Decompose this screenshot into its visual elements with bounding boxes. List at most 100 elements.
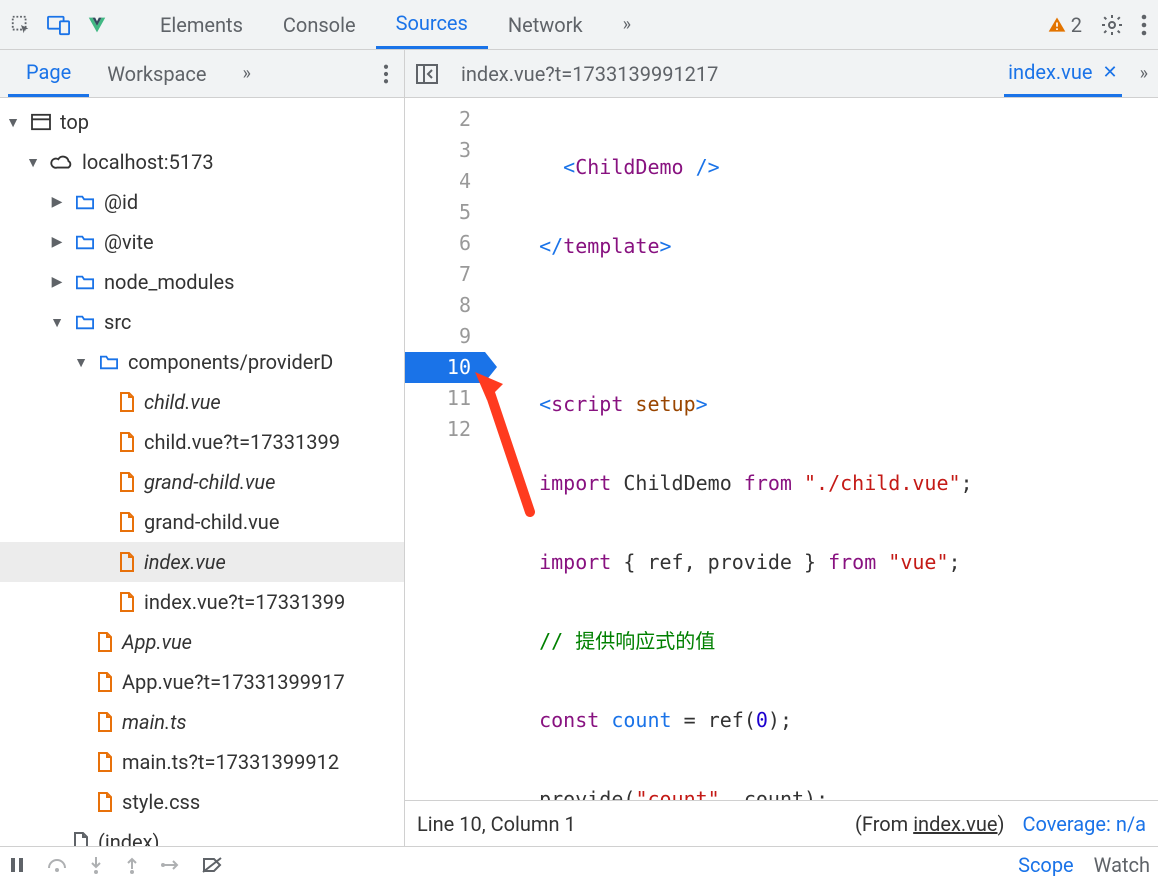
tree-file-index[interactable]: (index) <box>0 822 404 846</box>
step-out-icon[interactable] <box>124 855 140 875</box>
inspect-icon[interactable] <box>10 14 32 36</box>
gear-icon[interactable] <box>1100 13 1124 37</box>
tree-file[interactable]: main.ts <box>0 702 404 742</box>
warnings-badge[interactable]: 2 <box>1047 13 1082 37</box>
code-editor[interactable]: 234 567 89 10 1112 <ChildDemo /> </templ… <box>405 98 1158 800</box>
tabs-overflow[interactable]: » <box>603 0 651 49</box>
folder-icon <box>74 193 96 211</box>
file-tabs-overflow[interactable]: » <box>1140 63 1148 84</box>
toolbar-icons <box>10 14 108 36</box>
tree-label: localhost:5173 <box>82 150 214 174</box>
main-area: ▼ top ▼ localhost:5173 ▶ @id ▶ @vite ▶ <box>0 98 1158 846</box>
file-tab-1[interactable]: index.vue ✕ <box>1004 50 1121 97</box>
file-icon <box>72 831 90 846</box>
tree-label: index.vue?t=17331399 <box>144 590 345 614</box>
tab-elements[interactable]: Elements <box>140 0 263 49</box>
file-tab-label: index.vue?t=1733139991217 <box>461 62 718 86</box>
debugger-tab-scope[interactable]: Scope <box>1018 853 1074 877</box>
breakpoint-line-10[interactable]: 10 <box>405 352 485 383</box>
toggle-navigator-icon[interactable] <box>415 63 439 85</box>
tree-top[interactable]: ▼ top <box>0 102 404 142</box>
device-toggle-icon[interactable] <box>46 14 72 36</box>
chevron-down-icon: ▼ <box>48 314 66 331</box>
main-tabs: Elements Console Sources Network » <box>140 0 651 49</box>
cursor-position: Line 10, Column 1 <box>417 812 576 836</box>
code-content[interactable]: <ChildDemo /> </template> <script setup>… <box>485 98 1158 800</box>
tree-label: top <box>60 110 89 134</box>
tree-file[interactable]: style.css <box>0 782 404 822</box>
file-tab-0[interactable]: index.vue?t=1733139991217 <box>457 50 722 97</box>
source-origin-link[interactable]: index.vue <box>913 812 997 836</box>
pause-icon[interactable] <box>8 856 26 874</box>
tree-label: @vite <box>104 230 154 254</box>
tree-label: grand-child.vue <box>144 470 275 494</box>
tree-file-selected[interactable]: index.vue <box>0 542 404 582</box>
line-gutter[interactable]: 234 567 89 10 1112 <box>405 98 485 800</box>
step-into-icon[interactable] <box>88 855 104 875</box>
tree-file[interactable]: child.vue <box>0 382 404 422</box>
tree-file[interactable]: child.vue?t=17331399 <box>0 422 404 462</box>
step-icon[interactable] <box>160 857 182 873</box>
chevron-down-icon: ▼ <box>24 154 42 171</box>
file-icon <box>96 671 114 693</box>
navigator-tabs: Page Workspace » <box>0 50 405 97</box>
tree-label: node_modules <box>104 270 234 294</box>
file-icon <box>118 551 136 573</box>
coverage-status[interactable]: Coverage: n/a <box>1022 812 1146 836</box>
tree-folder[interactable]: ▶ node_modules <box>0 262 404 302</box>
editor-statusbar: Line 10, Column 1 (From index.vue) Cover… <box>405 800 1158 846</box>
tree-label: components/providerD <box>128 350 333 374</box>
tree-label: (index) <box>98 830 160 846</box>
tree-file[interactable]: App.vue <box>0 622 404 662</box>
editor-pane: 234 567 89 10 1112 <ChildDemo /> </templ… <box>405 98 1158 846</box>
nav-tabs-overflow[interactable]: » <box>225 50 269 97</box>
tree-folder-components[interactable]: ▼ components/providerD <box>0 342 404 382</box>
chevron-right-icon: ▶ <box>48 194 66 210</box>
file-tab-label: index.vue <box>1008 60 1092 84</box>
file-icon <box>118 591 136 613</box>
chevron-down-icon: ▼ <box>72 354 90 371</box>
kebab-icon[interactable] <box>382 64 390 84</box>
debugger-tab-watch[interactable]: Watch <box>1094 853 1150 877</box>
file-tree[interactable]: ▼ top ▼ localhost:5173 ▶ @id ▶ @vite ▶ <box>0 98 405 846</box>
nav-tab-workspace[interactable]: Workspace <box>89 50 224 97</box>
tab-sources[interactable]: Sources <box>376 0 488 49</box>
sources-subrow: Page Workspace » index.vue?t=17331399912… <box>0 50 1158 98</box>
warnings-count: 2 <box>1071 13 1082 37</box>
file-icon <box>96 751 114 773</box>
file-icon <box>118 391 136 413</box>
tab-console[interactable]: Console <box>263 0 376 49</box>
tree-folder[interactable]: ▶ @vite <box>0 222 404 262</box>
file-icon <box>118 511 136 533</box>
file-icon <box>96 631 114 653</box>
tree-file[interactable]: App.vue?t=17331399917 <box>0 662 404 702</box>
folder-icon <box>74 233 96 251</box>
tree-label: child.vue?t=17331399 <box>144 430 340 454</box>
deactivate-breakpoints-icon[interactable] <box>202 857 222 873</box>
folder-icon <box>74 273 96 291</box>
nav-tab-page[interactable]: Page <box>8 50 89 97</box>
tree-label: style.css <box>122 790 200 814</box>
folder-icon <box>74 313 96 331</box>
tree-label: @id <box>104 190 138 214</box>
tree-folder[interactable]: ▶ @id <box>0 182 404 222</box>
tree-label: App.vue <box>122 630 192 654</box>
file-icon <box>118 431 136 453</box>
step-over-icon[interactable] <box>46 856 68 874</box>
tree-folder-src[interactable]: ▼ src <box>0 302 404 342</box>
tree-origin[interactable]: ▼ localhost:5173 <box>0 142 404 182</box>
close-icon[interactable]: ✕ <box>1102 62 1117 83</box>
kebab-icon[interactable] <box>1140 14 1148 36</box>
chevron-down-icon: ▼ <box>4 114 22 131</box>
chevron-right-icon: ▶ <box>48 234 66 250</box>
devtools-toolbar: Elements Console Sources Network » 2 <box>0 0 1158 50</box>
tree-file[interactable]: grand-child.vue <box>0 462 404 502</box>
tree-label: App.vue?t=17331399917 <box>122 670 345 694</box>
debugger-toolbar: Scope Watch <box>0 846 1158 882</box>
tree-file[interactable]: index.vue?t=17331399 <box>0 582 404 622</box>
vue-devtools-icon[interactable] <box>86 14 108 36</box>
tree-file[interactable]: main.ts?t=17331399912 <box>0 742 404 782</box>
tree-label: child.vue <box>144 390 221 414</box>
tree-file[interactable]: grand-child.vue <box>0 502 404 542</box>
tab-network[interactable]: Network <box>488 0 603 49</box>
